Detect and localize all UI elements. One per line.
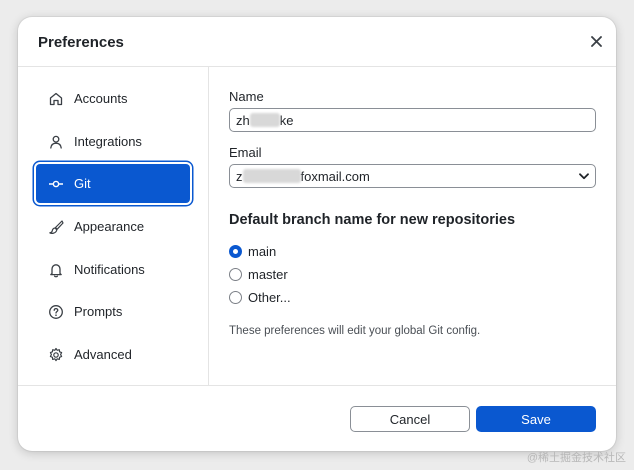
- brush-icon: [48, 219, 64, 235]
- radio-button[interactable]: [229, 245, 242, 258]
- sidebar-item-appearance[interactable]: Appearance: [36, 207, 190, 246]
- dialog-footer: Cancel Save: [18, 385, 616, 451]
- email-select[interactable]: z foxmail.com: [229, 164, 596, 188]
- user-icon: [48, 134, 64, 150]
- dialog-titlebar: Preferences: [18, 17, 616, 67]
- home-icon: [48, 91, 64, 107]
- name-input[interactable]: zh ke: [229, 108, 596, 132]
- bell-icon: [48, 262, 64, 278]
- watermark: @稀土掘金技术社区: [526, 452, 626, 464]
- gear-icon: [48, 347, 64, 363]
- sidebar-item-label: Accounts: [74, 91, 128, 106]
- redacted-blur: [249, 113, 280, 127]
- email-value-suffix: foxmail.com: [300, 168, 370, 184]
- branch-option-label: main: [248, 244, 277, 259]
- branch-option-other[interactable]: Other...: [229, 290, 291, 305]
- name-value-suffix: ke: [279, 112, 294, 128]
- radio-button[interactable]: [229, 291, 242, 304]
- close-button[interactable]: [586, 31, 606, 51]
- branch-option-main[interactable]: main: [229, 244, 276, 259]
- sidebar-item-accounts[interactable]: Accounts: [36, 79, 190, 118]
- email-label: Email: [229, 145, 262, 160]
- name-value-prefix: zh: [236, 112, 250, 128]
- preferences-dialog: Preferences Accounts Integrations Git Ap…: [18, 17, 616, 451]
- git-config-hint: These preferences will edit your global …: [229, 325, 481, 337]
- sidebar-item-advanced[interactable]: Advanced: [36, 335, 190, 374]
- radio-button[interactable]: [229, 268, 242, 281]
- preferences-sidebar: Accounts Integrations Git Appearance Not…: [18, 67, 209, 385]
- sidebar-item-label: Advanced: [74, 347, 132, 362]
- sidebar-item-notifications[interactable]: Notifications: [36, 250, 190, 289]
- sidebar-item-label: Appearance: [74, 219, 145, 234]
- dialog-title: Preferences: [38, 34, 124, 51]
- email-value-prefix: z: [236, 168, 243, 184]
- redacted-blur: [242, 169, 301, 183]
- close-icon: [590, 35, 602, 47]
- email-value: z foxmail.com: [236, 169, 370, 184]
- sidebar-item-prompts[interactable]: Prompts: [36, 292, 190, 331]
- question-icon: [48, 304, 64, 320]
- sidebar-item-label: Git: [74, 176, 91, 191]
- sidebar-item-label: Integrations: [74, 134, 142, 149]
- branch-section-title: Default branch name for new repositories: [229, 212, 516, 228]
- sidebar-item-label: Prompts: [74, 304, 123, 319]
- sidebar-item-git[interactable]: Git: [36, 164, 190, 203]
- chevron-down-icon: [579, 172, 589, 179]
- sidebar-item-label: Notifications: [74, 262, 145, 277]
- cancel-button[interactable]: Cancel: [350, 406, 470, 432]
- branch-option-master[interactable]: master: [229, 267, 288, 282]
- save-button[interactable]: Save: [476, 406, 596, 432]
- branch-option-label: master: [248, 267, 288, 282]
- git-commit-icon: [48, 176, 64, 192]
- sidebar-item-integrations[interactable]: Integrations: [36, 122, 190, 161]
- branch-option-label: Other...: [248, 290, 291, 305]
- git-preferences-panel: Name zh ke Email z foxmail.com Default b…: [209, 67, 616, 385]
- name-label: Name: [229, 89, 264, 104]
